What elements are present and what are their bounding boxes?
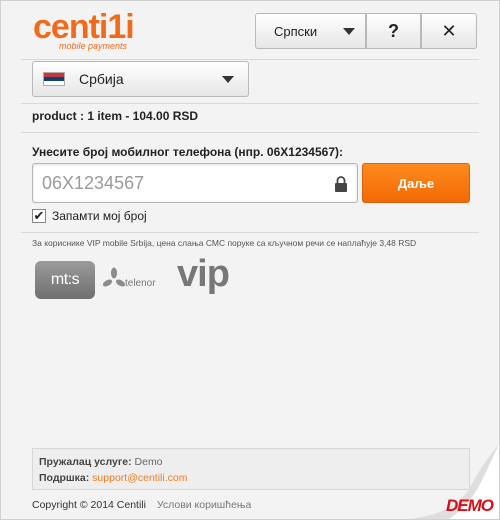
lock-icon bbox=[335, 176, 347, 192]
help-icon: ? bbox=[388, 20, 399, 41]
telenor-propeller-icon bbox=[103, 267, 125, 287]
divider bbox=[21, 103, 479, 104]
support-row: Подршка: support@centili.com bbox=[39, 472, 187, 484]
divider bbox=[21, 232, 479, 233]
phone-input[interactable] bbox=[33, 164, 323, 202]
header-divider bbox=[21, 59, 479, 60]
provider-label: Пружалац услуге: bbox=[39, 456, 132, 468]
terms-link[interactable]: Услови коришћења bbox=[157, 499, 251, 511]
remember-checkbox[interactable]: ✔ bbox=[32, 209, 46, 223]
logo-subtitle: mobile payments bbox=[59, 41, 128, 51]
provider-value: Demo bbox=[134, 456, 163, 468]
vip-price-note: За кориснике VIP mobile Srbija, цена сла… bbox=[32, 238, 417, 248]
serbia-flag-icon bbox=[43, 72, 65, 86]
vip-logo: vip bbox=[177, 253, 230, 295]
phone-label: Унесите број мобилног телефона (нпр. 06X… bbox=[32, 145, 343, 159]
divider bbox=[21, 132, 479, 133]
country-select[interactable]: Србија bbox=[32, 61, 249, 97]
remember-number[interactable]: ✔ Запамти мој број bbox=[32, 209, 147, 223]
chevron-down-icon bbox=[222, 75, 234, 83]
product-summary: product : 1 item - 104.00 RSD bbox=[32, 109, 199, 123]
provider-row: Пружалац услуге: Demo bbox=[39, 456, 163, 468]
chevron-down-icon bbox=[343, 27, 355, 35]
payment-dialog: centi1i mobile payments Српски ? ✕ Србиј… bbox=[0, 0, 500, 520]
support-email-link[interactable]: support@centili.com bbox=[92, 472, 187, 484]
language-select[interactable]: Српски bbox=[255, 13, 366, 49]
next-button[interactable]: Даље bbox=[362, 163, 470, 203]
remember-label: Запамти мој број bbox=[52, 209, 147, 223]
provider-info: Пружалац услуге: Demo Подршка: support@c… bbox=[32, 448, 470, 490]
telenor-logo: telenor bbox=[103, 265, 169, 299]
phone-field-wrapper bbox=[32, 163, 358, 203]
telenor-label: telenor bbox=[125, 278, 156, 289]
close-button[interactable]: ✕ bbox=[421, 13, 477, 49]
mts-logo: mt:s bbox=[35, 261, 95, 299]
copyright: Copyright © 2014 Centili bbox=[32, 499, 146, 511]
help-button[interactable]: ? bbox=[366, 13, 421, 49]
demo-badge: DEMO bbox=[446, 496, 494, 515]
centili-logo: centi1i mobile payments bbox=[33, 7, 173, 53]
close-icon: ✕ bbox=[441, 20, 457, 41]
footer: Copyright © 2014 Centili Услови коришћењ… bbox=[32, 499, 251, 511]
country-label: Србија bbox=[79, 71, 124, 87]
support-label: Подршка: bbox=[39, 472, 90, 484]
language-label: Српски bbox=[274, 23, 318, 39]
